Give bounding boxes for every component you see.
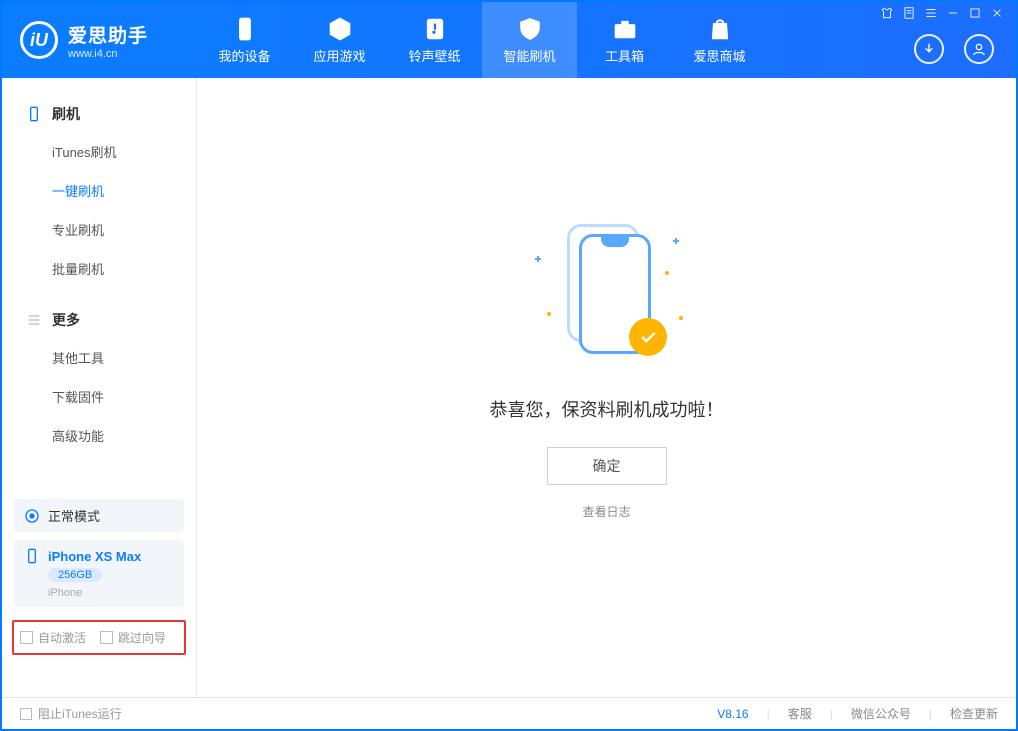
sidebar-item-itunes-flash[interactable]: iTunes刷机 xyxy=(2,132,196,171)
refresh-shield-icon xyxy=(517,16,543,42)
music-icon xyxy=(422,16,448,42)
brand-url: www.i4.cn xyxy=(68,48,148,60)
device-card[interactable]: iPhone XS Max 256GB iPhone xyxy=(14,540,184,607)
toolbox-icon xyxy=(612,16,638,42)
device-storage-badge: 256GB xyxy=(48,568,102,582)
sidebar-item-download-firmware[interactable]: 下载固件 xyxy=(2,377,196,416)
tshirt-icon[interactable] xyxy=(880,6,894,20)
success-message: 恭喜您，保资料刷机成功啦！ xyxy=(490,396,724,422)
main-content: 恭喜您，保资料刷机成功啦！ 确定 查看日志 xyxy=(197,78,1016,697)
cube-icon xyxy=(327,16,353,42)
device-icon xyxy=(232,16,258,42)
close-icon[interactable] xyxy=(990,6,1004,20)
version-label: V8.16 xyxy=(717,707,748,721)
main-tabs: 我的设备 应用游戏 铃声壁纸 智能刷机 工具箱 爱思商城 xyxy=(197,2,767,78)
tab-label: 爱思商城 xyxy=(693,46,745,65)
status-bar: 阻止iTunes运行 V8.16 | 客服 | 微信公众号 | 检查更新 xyxy=(2,697,1016,729)
device-type: iPhone xyxy=(48,587,174,599)
tab-label: 铃声壁纸 xyxy=(408,46,460,65)
menu-icon[interactable] xyxy=(924,6,938,20)
tab-smart-flash[interactable]: 智能刷机 xyxy=(482,2,577,78)
device-panel: 正常模式 iPhone XS Max 256GB iPhone xyxy=(14,499,184,607)
note-icon[interactable] xyxy=(902,6,916,20)
tab-ringtone-wallpaper[interactable]: 铃声壁纸 xyxy=(387,2,482,78)
account-button[interactable] xyxy=(964,34,994,64)
device-mode-row[interactable]: 正常模式 xyxy=(14,499,184,532)
tab-label: 智能刷机 xyxy=(503,46,555,65)
tab-apps-games[interactable]: 应用游戏 xyxy=(292,2,387,78)
maximize-icon[interactable] xyxy=(968,6,982,20)
option-highlight-box: 自动激活 跳过向导 xyxy=(12,620,186,655)
logo: iU 爱思助手 www.i4.cn xyxy=(2,21,197,60)
tab-label: 工具箱 xyxy=(605,46,644,65)
tab-toolbox[interactable]: 工具箱 xyxy=(577,2,672,78)
brand-name: 爱思助手 xyxy=(68,21,148,48)
logo-icon: iU xyxy=(20,21,58,59)
sidebar-item-advanced[interactable]: 高级功能 xyxy=(2,416,196,455)
sidebar-item-batch-flash[interactable]: 批量刷机 xyxy=(2,249,196,288)
sidebar-item-other-tools[interactable]: 其他工具 xyxy=(2,338,196,377)
view-log-link[interactable]: 查看日志 xyxy=(582,503,630,520)
sidebar-item-one-click-flash[interactable]: 一键刷机 xyxy=(2,171,196,210)
checkbox-auto-activate[interactable]: 自动激活 xyxy=(20,629,86,646)
app-header: iU 爱思助手 www.i4.cn 我的设备 应用游戏 铃声壁纸 智能刷机 工具… xyxy=(2,2,1016,78)
ok-button[interactable]: 确定 xyxy=(547,447,667,485)
check-badge-icon xyxy=(629,318,667,356)
device-mode-label: 正常模式 xyxy=(48,506,100,525)
device-name-row: iPhone XS Max xyxy=(24,548,174,564)
window-controls xyxy=(880,6,1004,20)
sidebar-group-more: 更多 xyxy=(2,302,196,338)
minimize-icon[interactable] xyxy=(946,6,960,20)
bag-icon xyxy=(707,16,733,42)
download-button[interactable] xyxy=(914,34,944,64)
wechat-link[interactable]: 微信公众号 xyxy=(851,705,911,722)
sidebar: 刷机 iTunes刷机 一键刷机 专业刷机 批量刷机 更多 其他工具 下载固件 … xyxy=(2,78,197,697)
tab-label: 我的设备 xyxy=(218,46,270,65)
tab-store[interactable]: 爱思商城 xyxy=(672,2,767,78)
tab-my-device[interactable]: 我的设备 xyxy=(197,2,292,78)
success-illustration xyxy=(527,216,687,366)
header-actions xyxy=(914,34,994,64)
tab-label: 应用游戏 xyxy=(313,46,365,65)
sidebar-group-flash: 刷机 xyxy=(2,96,196,132)
check-update-link[interactable]: 检查更新 xyxy=(950,705,998,722)
checkbox-block-itunes[interactable]: 阻止iTunes运行 xyxy=(20,705,122,722)
support-link[interactable]: 客服 xyxy=(788,705,812,722)
sidebar-item-pro-flash[interactable]: 专业刷机 xyxy=(2,210,196,249)
checkbox-skip-guide[interactable]: 跳过向导 xyxy=(100,629,166,646)
